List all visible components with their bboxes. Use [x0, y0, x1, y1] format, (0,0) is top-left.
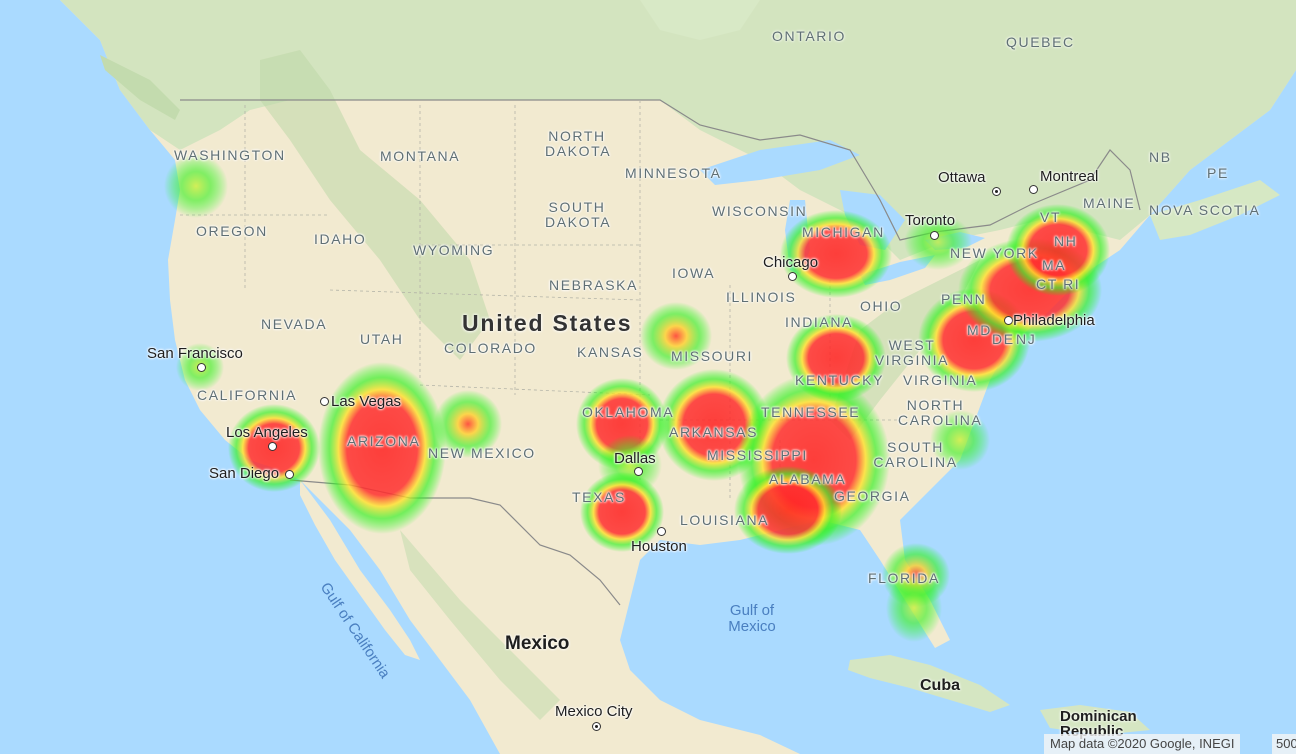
- state-label: ILLINOIS: [726, 289, 797, 305]
- city-label-los-angeles: Los Angeles: [226, 424, 308, 441]
- state-label: IDAHO: [314, 231, 367, 247]
- state-label: INDIANA: [785, 314, 853, 330]
- country-label-mexico: Mexico: [505, 633, 570, 654]
- state-label: DE: [992, 331, 1015, 347]
- city-marker-los-angeles[interactable]: [268, 442, 277, 451]
- state-label: VIRGINIA: [903, 372, 978, 388]
- state-label: MICHIGAN: [802, 224, 885, 240]
- city-label-montreal: Montreal: [1040, 168, 1099, 185]
- state-label: TEXAS: [572, 489, 626, 505]
- city-marker-chicago[interactable]: [788, 272, 797, 281]
- state-label: OHIO: [860, 298, 903, 314]
- city-marker-philadelphia[interactable]: [1004, 316, 1013, 325]
- country-label-united-states: United States: [462, 310, 633, 336]
- state-label: NEVADA: [261, 316, 328, 332]
- state-label: CALIFORNIA: [197, 387, 298, 403]
- state-label: OKLAHOMA: [582, 404, 675, 420]
- city-label-las-vegas: Las Vegas: [331, 393, 402, 410]
- state-label: TENNESSEE: [761, 404, 861, 420]
- city-marker-toronto[interactable]: [930, 231, 939, 240]
- city-marker-houston[interactable]: [657, 527, 666, 536]
- state-label: ARIZONA: [347, 433, 421, 449]
- state-label: NJ: [1016, 331, 1037, 347]
- city-label-mexico-city: Mexico City: [555, 703, 633, 720]
- state-label: PENN: [941, 291, 987, 307]
- state-label: WYOMING: [413, 242, 495, 258]
- state-label: NEBRASKA: [549, 277, 639, 293]
- state-label: LOUISIANA: [680, 512, 770, 528]
- city-label-san-diego: San Diego: [209, 465, 280, 482]
- state-label: MISSOURI: [671, 348, 754, 364]
- state-label: WISCONSIN: [712, 203, 808, 219]
- city-marker-dallas[interactable]: [634, 467, 643, 476]
- map-canvas[interactable]: [0, 0, 1296, 754]
- city-marker-san-francisco[interactable]: [197, 363, 206, 372]
- state-label: NORTH CAROLINA: [898, 397, 983, 428]
- state-label: CT RI: [1036, 276, 1081, 292]
- state-label: COLORADO: [444, 340, 537, 356]
- city-label-philadelphia: Philadelphia: [1013, 312, 1095, 329]
- country-label-cuba: Cuba: [920, 677, 960, 694]
- state-label: SOUTH CAROLINA: [873, 439, 958, 470]
- state-label: ALABAMA: [769, 471, 847, 487]
- water-label-gulf-of-mexico: Gulf of Mexico: [728, 602, 776, 635]
- city-label-chicago: Chicago: [763, 254, 819, 271]
- state-label: VT: [1040, 209, 1062, 225]
- city-marker-las-vegas[interactable]: [320, 397, 329, 406]
- city-label-dallas: Dallas: [614, 450, 656, 467]
- map-attribution[interactable]: Map data ©2020 Google, INEGI: [1044, 734, 1241, 754]
- state-label: ARKANSAS: [669, 424, 759, 440]
- state-label: MINNESOTA: [625, 165, 722, 181]
- city-marker-montreal[interactable]: [1029, 185, 1038, 194]
- state-label: NEW MEXICO: [428, 445, 536, 461]
- city-marker-ottawa[interactable]: [992, 187, 1001, 196]
- state-label: NH: [1054, 233, 1078, 249]
- state-label: IOWA: [672, 265, 716, 281]
- state-label: MISSISSIPPI: [707, 447, 808, 463]
- state-label: KENTUCKY: [795, 372, 885, 388]
- heat-spot-seattle: [164, 154, 228, 218]
- state-label: MONTANA: [380, 148, 461, 164]
- province-label-nb: NB: [1149, 149, 1172, 165]
- city-marker-mexico-city[interactable]: [592, 722, 601, 731]
- province-label-nova-scotia: NOVA SCOTIA: [1149, 202, 1261, 218]
- city-label-ottawa: Ottawa: [938, 169, 986, 186]
- state-label: NEW YORK: [950, 245, 1039, 261]
- state-label: MA: [1042, 257, 1067, 273]
- state-label: FLORIDA: [868, 570, 940, 586]
- state-label: MD: [967, 322, 992, 338]
- province-label-pe: PE: [1207, 165, 1229, 181]
- city-label-houston: Houston: [631, 538, 687, 555]
- state-label: WEST VIRGINIA: [874, 337, 950, 368]
- state-label: KANSAS: [577, 344, 644, 360]
- state-label: GEORGIA: [834, 488, 911, 504]
- province-label-ontario: ONTARIO: [772, 28, 846, 44]
- map-scale[interactable]: 500: [1272, 734, 1296, 754]
- state-label: OREGON: [196, 223, 268, 239]
- state-label: NORTH DAKOTA: [545, 128, 612, 159]
- city-marker-san-diego[interactable]: [285, 470, 294, 479]
- state-label: MAINE: [1083, 195, 1136, 211]
- state-label: UTAH: [360, 331, 404, 347]
- city-label-san-francisco: San Francisco: [147, 345, 243, 362]
- province-label-quebec: QUEBEC: [1006, 34, 1075, 50]
- city-label-toronto: Toronto: [905, 212, 956, 229]
- state-label: WASHINGTON: [174, 147, 286, 163]
- state-label: SOUTH DAKOTA: [545, 199, 612, 230]
